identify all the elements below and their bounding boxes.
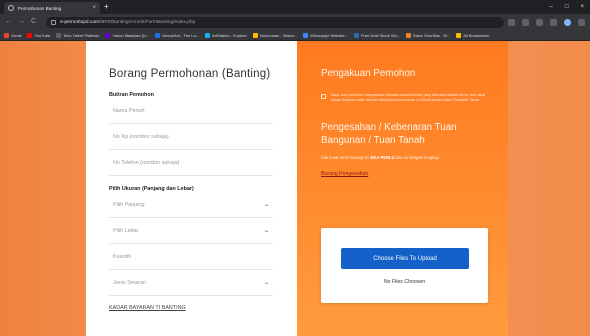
full-name-input[interactable]: Nama Penuh [109,98,273,124]
youtube-icon [27,32,33,38]
lock-icon [51,19,57,25]
bookmark-label: Free Dust Stock Vid... [361,32,400,38]
bookmarks-bar: Gmail YouTube Tech Talent Platform Yahoo Ma… [0,30,590,41]
browser-toolbar: ← → C e-permohnpd.com /MPD/Banting/conto… [0,14,590,30]
material-select[interactable]: Jenis Smaran ⌄ [109,270,273,296]
chevron-down-icon: ⌄ [262,228,271,234]
ic-number-input[interactable]: No Kp (nombor sahaja) [109,124,273,150]
bookmark-icon [56,32,62,38]
bookmark-label: All Bookmarks [463,32,489,38]
owner-consent-title: Pengesahan / Kebenaran Tuan Bangunan / T… [321,122,457,146]
bookmark-item[interactable]: NexusHot - The La... [155,32,200,38]
bookmark-icon [354,32,360,38]
form-title: Borang Permohonan (Banting) [109,68,271,80]
confirmation-form-link[interactable]: Borang Pengesahan [321,171,368,177]
length-select-value: Pilih Panjang [113,201,145,208]
browser-tabstrip: Permohonan Banting × + – □ × [0,0,590,14]
yahoo-icon [105,32,111,38]
length-select[interactable]: Pilih Panjang ⌄ [109,192,273,218]
minimize-icon[interactable]: – [550,2,553,12]
bookmark-item[interactable]: Yahoo Malaysia (N... [105,32,150,38]
bookmark-item[interactable]: Minoraptyr Website... [303,32,349,38]
folder-icon [456,32,462,38]
stackoverflow-icon [405,32,411,38]
upload-card: Choose Files To Upload No Files Choosen [321,228,488,303]
bookmark-icon [155,32,161,38]
window-controls: – □ × [550,2,584,12]
owner-consent-desc: Sila muat turun borang ini JIKA PERLU da… [321,155,488,161]
close-window-icon[interactable]: × [580,2,584,12]
tab-close-icon[interactable]: × [92,5,96,11]
address-bar[interactable]: e-permohnpd.com /MPD/Banting/contoh/Form… [46,16,504,28]
menu-icon[interactable] [578,18,585,26]
full-name-placeholder: Nama Penuh [113,107,145,114]
profile-avatar-icon[interactable] [564,18,571,26]
chevron-down-icon: ⌄ [262,280,271,286]
back-icon[interactable]: ← [5,17,12,27]
bookmark-item[interactable]: Stack Overflow - W... [405,32,451,38]
bookmark-item[interactable]: All Bookmarks [456,32,489,38]
page-viewport: Borang Permohonan (Banting) Butiran Pemo… [0,41,590,336]
reload-icon[interactable]: C [31,17,36,27]
gmail-icon [4,32,9,38]
choose-files-button[interactable]: Choose Files To Upload [341,248,469,269]
bookmark-label: Minoraptyr Website... [310,32,349,38]
declaration-title: Pengakuan Pemohon [321,68,416,79]
bookmark-label: Gmail [11,32,22,38]
sidepanel-icon[interactable] [550,18,557,26]
bookmark-label: Yahoo Malaysia (N... [112,32,150,38]
declaration-text: Saya, nam pemohon menyatakan bahawa semu… [331,93,485,102]
no-files-status: No Files Choosen [383,279,426,285]
toolbar-icons [508,18,585,26]
artstation-icon [205,32,211,38]
chevron-down-icon: ⌄ [262,202,271,208]
declaration-row: Saya, nam pemohon menyatakan bahawa semu… [321,93,488,103]
globe-icon [8,5,14,11]
fees-rate-link[interactable]: KADAR BAYARAN TI BANTING [109,305,186,311]
application-form-panel: Borang Permohonan (Banting) Butiran Pemo… [86,41,297,336]
bookmark-item[interactable]: YouTube [27,32,51,38]
quantity-input[interactable]: Kuantiti [109,244,273,270]
new-tab-button[interactable]: + [104,2,109,12]
ic-number-placeholder: No Kp (nombor sahaja) [113,133,169,140]
url-path: /MPD/Banting/contoh/FormBanting/index.ph… [99,19,196,25]
bookmark-label: YouTube [34,32,51,38]
bookmark-item[interactable]: Tech Talent Platform [56,32,100,38]
bookmark-label: NexusHot - The La... [162,32,200,38]
browser-tab[interactable]: Permohonan Banting × [4,2,100,14]
bookmark-item[interactable]: ArtStation - Explore [205,32,247,38]
bookmark-label: Stack Overflow - W... [412,32,451,38]
quantity-placeholder: Kuantiti [113,253,131,260]
bookmark-item[interactable]: Free Dust Stock Vid... [354,32,400,38]
desc-prefix: Sila muat turun borang ini [321,155,370,160]
desc-bold: JIKA PERLU [369,155,395,160]
declaration-panel: Pengakuan Pemohon Saya, nam pemohon meny… [297,41,508,336]
tab-title: Permohonan Banting [18,5,62,11]
bookmark-label: ArtStation - Explore [212,32,247,38]
forward-icon[interactable]: → [18,17,25,27]
bookmark-icon [252,32,258,38]
extensions-icon[interactable] [536,18,543,26]
bookmark-icon [303,32,309,38]
bookmark-label: Tech Talent Platform [63,32,100,38]
bookmark-item[interactable]: Gmail [4,32,22,38]
declaration-checkbox[interactable] [321,94,326,99]
desc-suffix: dan isi dengan lengkap [394,155,439,160]
star-icon[interactable] [522,18,529,26]
phone-number-input[interactable]: No Telefon (nombor sahaja) [109,150,273,176]
bookmark-label: Normomas - Watch... [259,32,298,38]
maximize-icon[interactable]: □ [565,2,569,12]
phone-number-placeholder: No Telefon (nombor sahaja) [113,159,180,166]
material-select-value: Jenis Smaran [113,279,146,286]
width-select[interactable]: Pilih Lebar ⌄ [109,218,273,244]
bookmark-item[interactable]: Normomas - Watch... [252,32,298,38]
share-icon[interactable] [508,18,515,26]
width-select-value: Pilih Lebar [113,227,139,234]
url-host: e-permohnpd.com [60,19,99,25]
